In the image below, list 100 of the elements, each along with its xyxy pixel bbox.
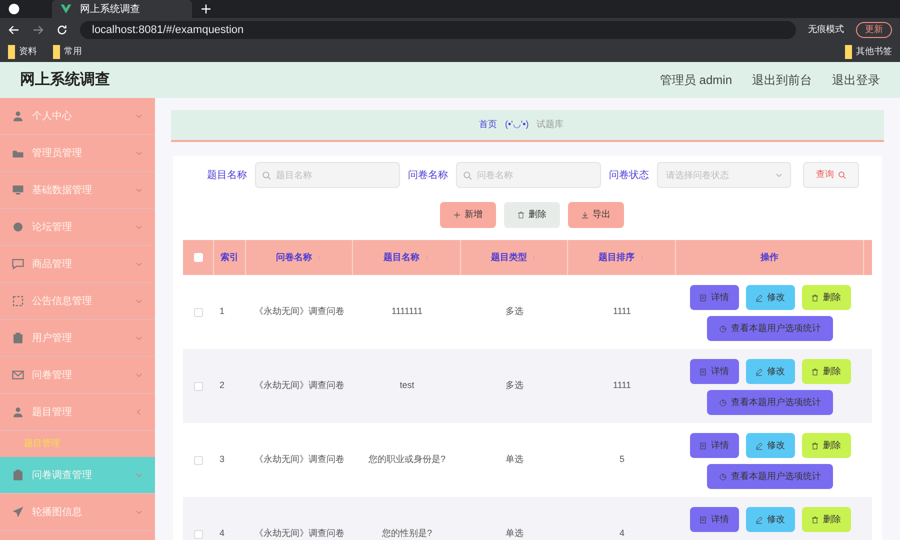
table-cell-text: 1: [219, 305, 226, 318]
column-header: 操作: [760, 250, 778, 264]
vue-logo-icon: [60, 3, 72, 15]
action-button[interactable]: 查看本题用户选项统计: [707, 464, 833, 489]
plus-icon: [200, 3, 212, 15]
sidebar-label: 轮播图信息: [32, 506, 83, 520]
download-icon: [580, 211, 588, 219]
header-link[interactable]: 退出登录: [832, 71, 880, 89]
trash-icon: [811, 442, 819, 450]
table-cell-text: 1111: [612, 379, 632, 392]
table-cell-text: test: [400, 379, 414, 392]
sort-icon: [638, 254, 644, 262]
document-icon: [699, 442, 707, 450]
chevron-down-icon: [135, 508, 143, 516]
action-button[interactable]: 修改: [746, 359, 794, 384]
dashed-square-icon: [12, 295, 24, 307]
row-checkbox[interactable]: [194, 530, 203, 538]
circle-icon: [12, 221, 24, 233]
search-field[interactable]: 问卷名称: [456, 162, 601, 188]
clipboard-icon: [12, 332, 24, 344]
action-button[interactable]: 修改: [746, 285, 794, 310]
pie-chart-icon: [719, 324, 727, 332]
row-checkbox[interactable]: [194, 308, 203, 316]
breadcrumb-link[interactable]: 首页: [479, 118, 497, 132]
chevron-down-icon: [135, 334, 143, 342]
action-button[interactable]: 详情: [690, 285, 738, 310]
table-cell-text: 《永劫无间》调查问卷: [254, 379, 344, 392]
person-icon: [12, 110, 24, 122]
action-button[interactable]: 查看本题用户选项统计: [707, 390, 833, 415]
chevron-down-icon: [135, 186, 143, 194]
sidebar-label: 公告信息管理: [32, 294, 93, 308]
table-cell-text: 多选: [506, 305, 524, 318]
chevron-down-icon: [135, 260, 143, 268]
update-button[interactable]: 更新: [856, 22, 892, 38]
table-cell: 单选: [506, 527, 524, 540]
reload-icon: [56, 24, 68, 36]
address-bar[interactable]: localhost:8081/#/examquestion: [80, 21, 796, 39]
action-button[interactable]: 删除: [802, 359, 850, 384]
row-checkbox[interactable]: [194, 382, 203, 390]
action-button[interactable]: 修改: [746, 433, 794, 458]
filter-label: 问卷名称: [408, 168, 448, 182]
document-icon: [699, 294, 707, 302]
chevron-down-icon: [135, 149, 143, 157]
sidebar-label: 题目管理: [32, 406, 73, 420]
action-button[interactable]: 删除: [802, 433, 850, 458]
pie-chart-icon: [719, 398, 727, 406]
select-all-checkbox[interactable]: [194, 253, 202, 262]
search-field[interactable]: 题目名称: [255, 162, 400, 188]
sidebar-label: 论坛管理: [32, 220, 73, 234]
breadcrumb-current: 试题库: [536, 118, 564, 132]
row-checkbox[interactable]: [194, 456, 203, 464]
action-button[interactable]: 删除: [802, 507, 850, 532]
toolbar-button[interactable]: 导出: [568, 202, 624, 228]
sort-icon: [424, 254, 430, 262]
search-icon: [463, 171, 472, 180]
action-button[interactable]: 详情: [690, 433, 738, 458]
query-button[interactable]: 查询: [803, 162, 859, 188]
chevron-down-icon: [135, 297, 143, 305]
trash-icon: [516, 211, 524, 219]
filter-label: 问卷状态: [609, 168, 649, 182]
browser-tab[interactable]: 网上系统调查: [52, 0, 192, 18]
document-icon: [699, 516, 707, 524]
sidebar-label: 用户管理: [32, 332, 73, 346]
pencil-icon: [755, 294, 763, 302]
chevron-down-icon: [775, 171, 783, 179]
table-cell-text: 单选: [506, 453, 524, 466]
pencil-icon: [755, 516, 763, 524]
table-cell: 4: [619, 527, 624, 540]
chevron-left-icon: [135, 408, 143, 416]
pie-chart-icon: [719, 472, 727, 480]
action-button[interactable]: 删除: [802, 285, 850, 310]
status-select[interactable]: 请选择问卷状态: [657, 162, 791, 188]
column-header: 索引: [220, 250, 238, 264]
incognito-label: 无痕模式: [808, 23, 844, 36]
action-button[interactable]: 查看本题用户选项统计: [707, 316, 833, 341]
clipboard-icon: [12, 469, 24, 481]
action-button[interactable]: 详情: [690, 359, 738, 384]
pencil-icon: [755, 368, 763, 376]
trash-icon: [811, 516, 819, 524]
action-button[interactable]: 修改: [746, 507, 794, 532]
sort-icon: [531, 254, 537, 262]
toolbar-button[interactable]: 删除: [504, 202, 560, 228]
table-cell-text: 1111: [612, 305, 632, 318]
trash-icon: [811, 294, 819, 302]
sidebar-label: 基础数据管理: [32, 184, 93, 198]
plus-icon: [452, 211, 460, 219]
sidebar-label: 问卷调查管理: [32, 468, 93, 482]
back-arrow-icon: [8, 24, 20, 36]
table-cell-text: 4: [219, 527, 226, 540]
header-link[interactable]: 退出到前台: [752, 71, 812, 89]
table-cell-text: 您的职业或身份是?: [368, 453, 446, 466]
breadcrumb-face: (•'◡'•): [505, 118, 529, 132]
header-link[interactable]: 管理员 admin: [660, 71, 732, 89]
table-cell-text: 2: [219, 379, 226, 392]
column-header: 题目排序: [598, 250, 634, 264]
action-button[interactable]: 详情: [690, 507, 738, 532]
sidebar-label: 个人中心: [32, 110, 73, 124]
table-cell-text: 《永劫无间》调查问卷: [254, 453, 344, 466]
chat-bubble-icon: [12, 258, 24, 270]
toolbar-button[interactable]: 新增: [440, 202, 496, 228]
